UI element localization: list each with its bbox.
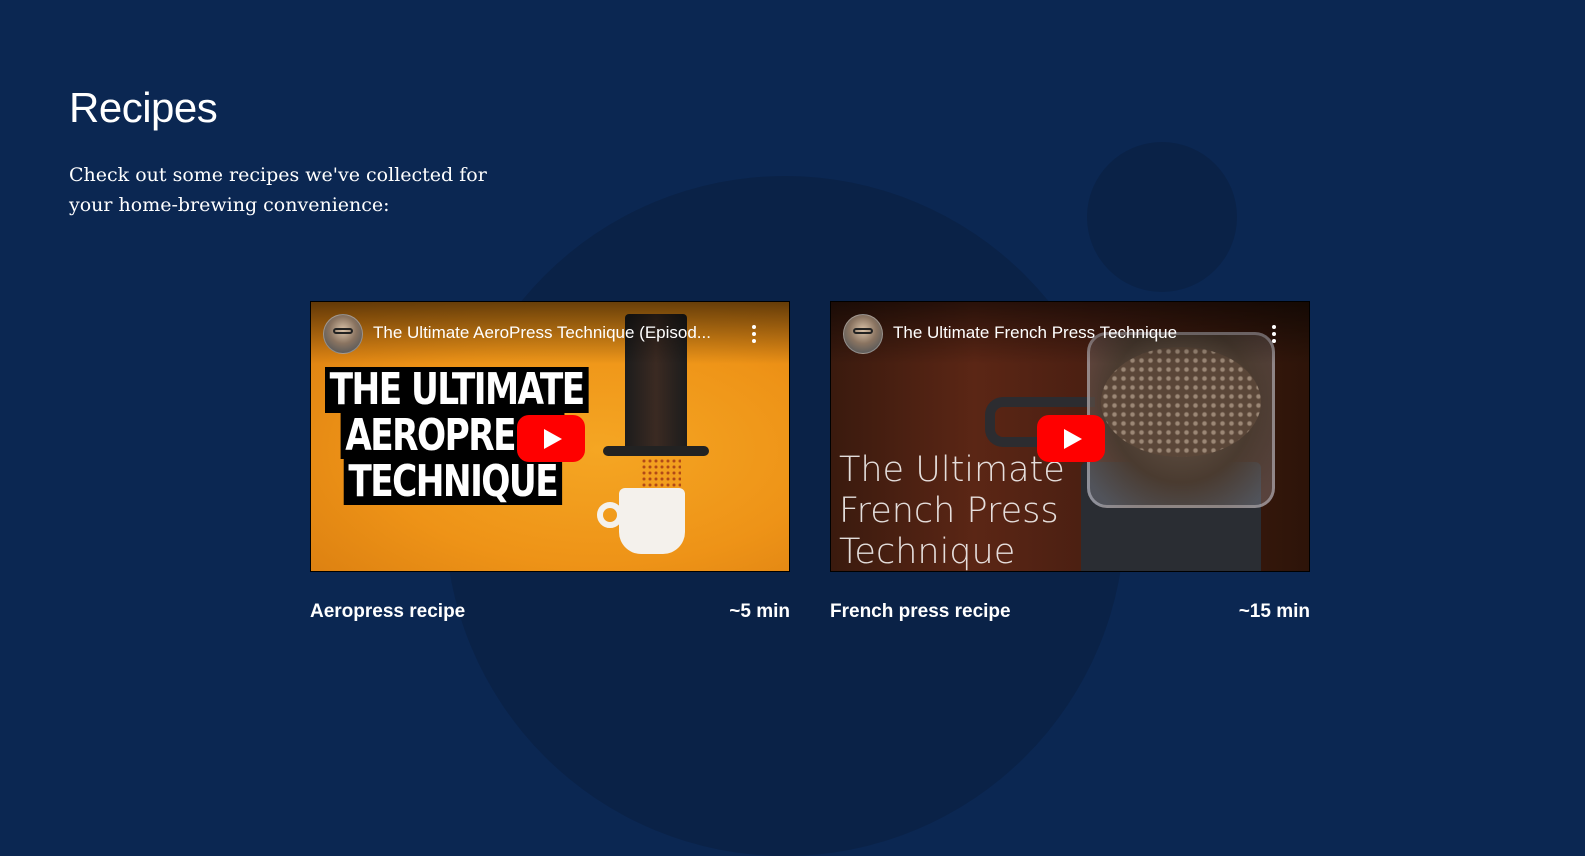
thumbnail-headline-line: The Ultimate bbox=[839, 450, 1065, 490]
video-title[interactable]: The Ultimate French Press Technique bbox=[893, 323, 1253, 343]
recipe-label: Aeropress recipe bbox=[310, 601, 466, 622]
channel-avatar[interactable] bbox=[323, 314, 363, 354]
thumbnail-headline-line: THE ULTIMATE bbox=[325, 367, 589, 413]
aeropress-collar-image bbox=[603, 446, 709, 456]
more-vertical-icon[interactable] bbox=[751, 325, 757, 343]
background-circle-small bbox=[1087, 142, 1237, 292]
youtube-play-icon[interactable] bbox=[517, 415, 585, 462]
recipe-time: ~5 min bbox=[729, 601, 790, 622]
recipe-time: ~15 min bbox=[1238, 601, 1310, 622]
thumbnail-headline-line: French Press bbox=[839, 491, 1059, 531]
video-title[interactable]: The Ultimate AeroPress Technique (Episod… bbox=[373, 323, 733, 343]
coffee-drops-image bbox=[641, 458, 681, 488]
more-vertical-icon[interactable] bbox=[1271, 325, 1277, 343]
recipe-card-french-press: The Ultimate French Press Technique The … bbox=[830, 301, 1310, 623]
thumbnail-headline: The Ultimate French Press Technique bbox=[839, 450, 1065, 572]
channel-avatar[interactable] bbox=[843, 314, 883, 354]
thumbnail-headline-line: TECHNIQUE bbox=[343, 459, 562, 505]
video-embed-french-press[interactable]: The Ultimate French Press Technique The … bbox=[830, 301, 1310, 572]
recipe-caption: Aeropress recipe ~5 min bbox=[310, 601, 790, 623]
video-embed-aeropress[interactable]: THE ULTIMATE AEROPRESS TECHNIQUE The Ult… bbox=[310, 301, 790, 572]
youtube-play-icon[interactable] bbox=[1037, 415, 1105, 462]
recipe-card-aeropress: THE ULTIMATE AEROPRESS TECHNIQUE The Ult… bbox=[310, 301, 790, 623]
thumbnail-headline-line: Technique bbox=[839, 532, 1016, 572]
page-title: Recipes bbox=[69, 84, 218, 131]
page-intro: Check out some recipes we've collected f… bbox=[69, 164, 487, 216]
recipe-label: French press recipe bbox=[830, 601, 1011, 622]
recipe-caption: French press recipe ~15 min bbox=[830, 601, 1310, 623]
coffee-cup-image bbox=[619, 488, 685, 554]
